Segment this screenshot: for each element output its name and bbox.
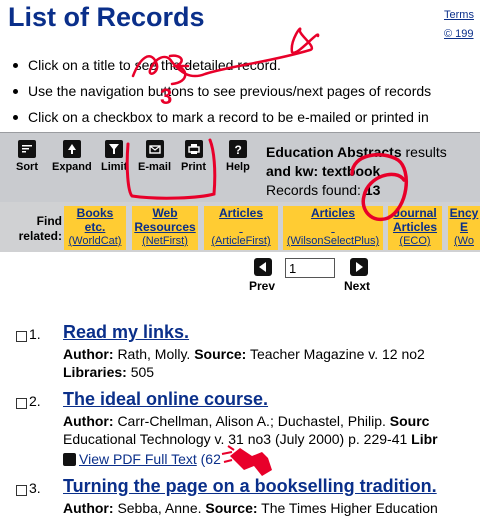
next-button[interactable] — [350, 258, 368, 276]
record-number: 2. — [29, 393, 41, 409]
prev-button[interactable] — [254, 258, 272, 276]
records-found-label: Records found: — [266, 182, 361, 198]
page-title: List of Records — [8, 2, 205, 32]
next-label: Next — [344, 279, 371, 293]
results-word: results — [405, 144, 447, 160]
record-title-link[interactable]: The ideal online course. — [63, 389, 268, 410]
find-related-label: Find related: — [18, 214, 62, 243]
search-query: and kw: textbook — [266, 163, 381, 179]
sort-icon — [18, 140, 36, 158]
terms-link[interactable]: Terms — [444, 6, 474, 25]
copyright-link[interactable]: © 199 — [444, 25, 474, 44]
sort-label: Sort — [16, 161, 38, 173]
email-label: E-mail — [138, 161, 172, 173]
instructions-list: Click on a title to see the detailed rec… — [10, 52, 480, 130]
print-button[interactable]: Print — [181, 140, 206, 173]
record-author-line: Author: Carr-Chellman, Alison A.; Duchas… — [63, 413, 430, 429]
record-title-link[interactable]: Read my links. — [63, 322, 189, 343]
help-icon: ? — [228, 140, 247, 158]
instruction-item: Click on a title to see the detailed rec… — [10, 52, 480, 78]
related-encyclopedia-link[interactable]: Ency E (Wo — [448, 206, 480, 250]
expand-button[interactable]: Expand — [52, 140, 92, 173]
record-checkbox[interactable] — [16, 398, 27, 409]
email-button[interactable]: E-mail — [138, 140, 171, 173]
related-netfirst-link[interactable]: Web Resources (NetFirst) — [132, 206, 198, 250]
funnel-icon — [105, 140, 124, 158]
printer-icon — [184, 140, 203, 158]
triangle-right-icon — [356, 262, 363, 272]
record-number: 3. — [29, 480, 41, 496]
related-eco-link[interactable]: Journal Articles (ECO) — [388, 206, 442, 250]
find-related-bar: Find related: Books etc. (WorldCat) Web Res… — [0, 202, 480, 252]
expand-icon — [62, 140, 81, 158]
record-source-line: Educational Technology v. 31 no3 (July 2… — [63, 431, 438, 447]
related-worldcat-link[interactable]: Books etc. (WorldCat) — [64, 206, 126, 250]
results-info: Education Abstracts results and kw: text… — [266, 143, 447, 200]
record-libraries-line: Libraries: 505 — [63, 364, 155, 380]
pager: Prev Next — [0, 256, 480, 296]
related-articlefirst-link[interactable]: Articles (ArticleFirst) — [204, 206, 278, 250]
sort-button[interactable]: Sort — [16, 140, 38, 173]
record-author-line: Author: Sebba, Anne. Source: The Times H… — [63, 500, 438, 516]
prev-label: Prev — [249, 279, 276, 293]
toolbar: Sort Expand Limit E-mail Print ? Help Ed… — [0, 132, 480, 203]
limit-label: Limit — [101, 161, 128, 173]
pointer-hand-icon — [221, 445, 272, 476]
record-number: 1. — [29, 326, 41, 342]
triangle-left-icon — [259, 262, 266, 272]
records-found-count: 13 — [364, 182, 381, 198]
instruction-item: Use the navigation buttons to see previo… — [10, 78, 480, 104]
record-author-line: Author: Rath, Molly. Source: Teacher Mag… — [63, 346, 425, 362]
database-name: Education Abstracts — [266, 144, 402, 160]
record-checkbox[interactable] — [16, 485, 27, 496]
record-title-link[interactable]: Turning the page on a bookselling tradit… — [63, 476, 437, 497]
svg-text:?: ? — [234, 143, 241, 156]
instruction-item: Click on a checkbox to mark a record to … — [10, 104, 480, 130]
email-icon — [145, 140, 164, 158]
print-label: Print — [181, 161, 207, 173]
view-pdf-link[interactable]: View PDF Full Text (62 — [63, 451, 221, 467]
page-number-input[interactable] — [285, 258, 335, 278]
expand-label: Expand — [52, 161, 92, 173]
related-wilsonselect-link[interactable]: Articles (WilsonSelectPlus) — [283, 206, 383, 250]
limit-button[interactable]: Limit — [101, 140, 127, 173]
top-links: Terms © 199 — [444, 6, 474, 44]
pdf-icon — [63, 453, 76, 466]
record-checkbox[interactable] — [16, 331, 27, 342]
help-button[interactable]: ? Help — [226, 140, 250, 173]
help-label: Help — [226, 161, 250, 173]
